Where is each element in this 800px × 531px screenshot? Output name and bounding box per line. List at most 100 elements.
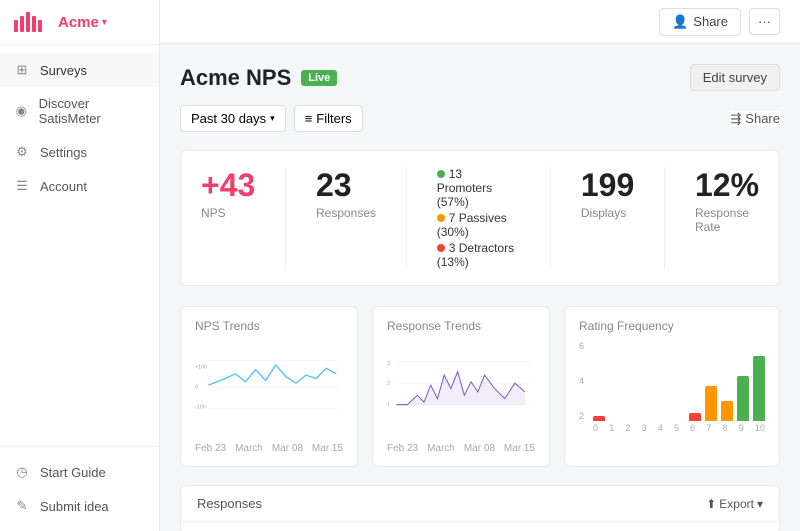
period-chevron-icon: ▾ xyxy=(270,113,275,124)
bar-6 xyxy=(689,413,701,421)
stat-responses: 23 Responses xyxy=(316,167,376,220)
nps-x-1: March xyxy=(235,443,263,454)
settings-icon: ⚙ xyxy=(14,144,30,160)
stat-displays: 199 Displays xyxy=(581,167,634,220)
nps-trends-area: +100 0 -100 xyxy=(195,341,343,441)
controls-row: Past 30 days ▾ ≡ Filters ⇶ Share xyxy=(180,105,780,132)
response-rate-label: Response Rate xyxy=(695,206,759,234)
main-content: 👤 Share ··· Acme NPS Live Edit survey Pa… xyxy=(160,0,800,531)
x-1: 1 xyxy=(609,423,614,433)
rt-x-0: Feb 23 xyxy=(387,443,418,454)
divider-1 xyxy=(285,167,286,269)
more-button[interactable]: ··· xyxy=(749,8,780,35)
rating-frequency-chart: Rating Frequency 6 4 2 xyxy=(564,306,780,467)
svg-text:+100: +100 xyxy=(195,364,207,370)
export-button[interactable]: ⬆ Export ▾ xyxy=(706,497,763,511)
sidebar-item-surveys[interactable]: ⊞ Surveys xyxy=(0,53,159,87)
rating-freq-bars: 6 4 2 xyxy=(579,341,765,421)
period-selector[interactable]: Past 30 days ▾ xyxy=(180,105,286,132)
share-small-button[interactable]: ⇶ Share xyxy=(730,111,780,127)
responses-tabs: Promoters (32) Passives (14) Detractors … xyxy=(181,522,779,531)
response-trends-svg: 3 2 1 xyxy=(387,341,535,426)
responses-label: Responses xyxy=(316,206,376,220)
nps-trends-title: NPS Trends xyxy=(195,319,343,333)
nps-x-0: Feb 23 xyxy=(195,443,226,454)
nps-x-2: Mar 08 xyxy=(272,443,303,454)
x-2: 2 xyxy=(625,423,630,433)
app-name: Acme xyxy=(58,14,99,31)
svg-text:1: 1 xyxy=(387,401,390,407)
share-icon: 👤 xyxy=(672,14,688,30)
svg-text:-100: -100 xyxy=(195,405,206,411)
promoters-breakdown: 13 Promoters (57%) 7 Passives (30%) 3 De… xyxy=(437,167,520,269)
detractors-row: 3 Detractors (13%) xyxy=(437,241,520,269)
title-row: Acme NPS Live xyxy=(180,65,337,91)
main-nav: ⊞ Surveys ◉ Discover SatisMeter ⚙ Settin… xyxy=(0,45,159,446)
y-6: 6 xyxy=(579,341,584,351)
sidebar-settings-label: Settings xyxy=(40,145,87,160)
tab-passives[interactable]: Passives (14) xyxy=(322,522,447,531)
tab-commented[interactable]: Commented (10) xyxy=(573,522,716,531)
stat-nps: +43 NPS xyxy=(201,167,255,220)
sidebar-account-label: Account xyxy=(40,179,87,194)
promoters-row: 13 Promoters (57%) xyxy=(437,167,520,209)
filter-icon: ≡ xyxy=(305,111,313,126)
promoters-text: 13 Promoters (57%) xyxy=(437,167,492,209)
rating-freq-title: Rating Frequency xyxy=(579,319,765,333)
tab-detractors[interactable]: Detractors (6) xyxy=(447,522,573,531)
content-area: Acme NPS Live Edit survey Past 30 days ▾… xyxy=(160,44,800,531)
submit-idea-label: Submit idea xyxy=(40,499,109,514)
filter-button[interactable]: ≡ Filters xyxy=(294,105,363,132)
live-badge: Live xyxy=(301,70,337,86)
share-button[interactable]: 👤 Share xyxy=(659,8,741,36)
controls-left: Past 30 days ▾ ≡ Filters xyxy=(180,105,363,132)
rt-x-2: Mar 08 xyxy=(464,443,495,454)
sidebar-item-settings[interactable]: ⚙ Settings xyxy=(0,135,159,169)
share-label: Share xyxy=(693,14,728,29)
responses-title: Responses xyxy=(197,496,262,511)
sidebar-surveys-label: Surveys xyxy=(40,63,87,78)
rt-x-1: March xyxy=(427,443,455,454)
tab-promoters[interactable]: Promoters (32) xyxy=(189,522,322,531)
passives-row: 7 Passives (30%) xyxy=(437,211,520,239)
x-5: 5 xyxy=(674,423,679,433)
export-icon: ⬆ xyxy=(706,497,716,511)
edit-survey-button[interactable]: Edit survey xyxy=(690,64,780,91)
x-0: 0 xyxy=(593,423,598,433)
x-4: 4 xyxy=(658,423,663,433)
bar-7 xyxy=(705,386,717,421)
nps-value: +43 xyxy=(201,167,255,204)
account-dropdown-icon[interactable]: ▾ xyxy=(102,17,107,28)
response-rate-value: 12% xyxy=(695,167,759,204)
x-7: 7 xyxy=(706,423,711,433)
response-trends-x-labels: Feb 23 March Mar 08 Mar 15 xyxy=(387,443,535,454)
export-label: Export xyxy=(719,497,754,511)
sidebar-item-start-guide[interactable]: ◷ Start Guide xyxy=(0,455,159,489)
svg-text:2: 2 xyxy=(387,381,390,387)
filter-label: Filters xyxy=(316,111,351,126)
charts-row: NPS Trends +100 0 -100 Feb 23 March xyxy=(180,306,780,467)
start-guide-label: Start Guide xyxy=(40,465,106,480)
promoters-dot xyxy=(437,170,445,178)
sidebar-discover-label: Discover SatisMeter xyxy=(39,96,145,126)
logo-area[interactable]: Acme ▾ xyxy=(0,0,159,45)
svg-text:0: 0 xyxy=(195,385,198,391)
guide-icon: ◷ xyxy=(14,464,30,480)
sidebar-item-submit-idea[interactable]: ✎ Submit idea xyxy=(0,489,159,523)
sidebar-bottom: ◷ Start Guide ✎ Submit idea xyxy=(0,446,159,531)
page-header: Acme NPS Live Edit survey xyxy=(180,64,780,91)
stats-row: +43 NPS 23 Responses 13 Promoters (57%) … xyxy=(180,150,780,286)
discover-icon: ◉ xyxy=(14,103,29,119)
svg-text:3: 3 xyxy=(387,361,390,367)
account-icon: ☰ xyxy=(14,178,30,194)
sidebar-item-discover[interactable]: ◉ Discover SatisMeter xyxy=(0,87,159,135)
rt-x-3: Mar 15 xyxy=(504,443,535,454)
sidebar-item-account[interactable]: ☰ Account xyxy=(0,169,159,203)
sidebar: Acme ▾ ⊞ Surveys ◉ Discover SatisMeter ⚙… xyxy=(0,0,160,531)
bar-10 xyxy=(753,356,765,421)
passives-text: 7 Passives (30%) xyxy=(437,211,507,239)
top-bar: 👤 Share ··· xyxy=(160,0,800,44)
share-sm-label: Share xyxy=(745,111,780,126)
displays-value: 199 xyxy=(581,167,634,204)
idea-icon: ✎ xyxy=(14,498,30,514)
